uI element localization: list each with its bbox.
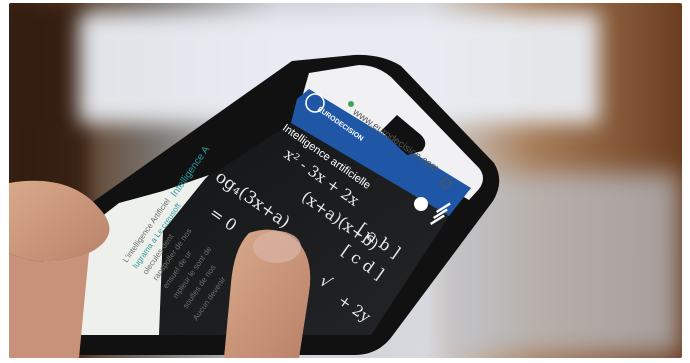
- photo: www.eurodecision.com EURODECISION Intell…: [9, 3, 682, 358]
- photo-frame: www.eurodecision.com EURODECISION Intell…: [0, 0, 690, 363]
- globe-icon: [414, 197, 428, 211]
- lock-icon: [348, 101, 354, 107]
- phone-scene: www.eurodecision.com EURODECISION Intell…: [9, 3, 682, 358]
